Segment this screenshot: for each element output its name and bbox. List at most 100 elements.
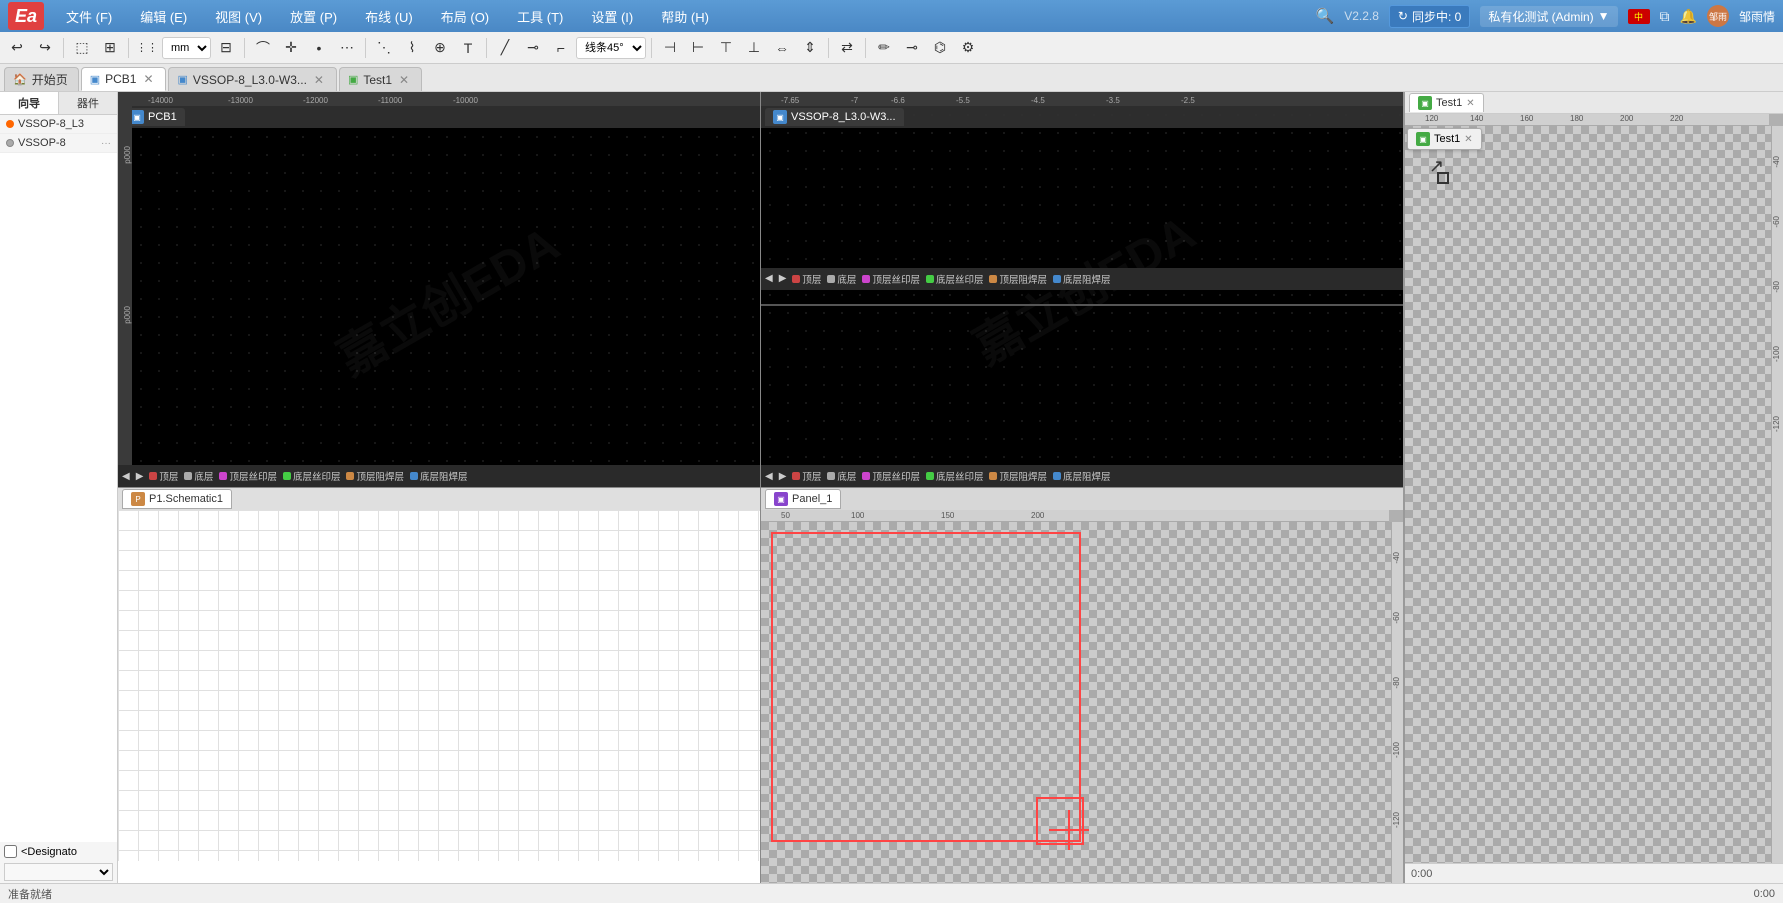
- pin-tool[interactable]: ⋯: [334, 35, 360, 61]
- pcb-canvas[interactable]: 嘉立创EDA: [132, 128, 760, 465]
- pin2-tool[interactable]: ⊸: [899, 35, 925, 61]
- corner-tool[interactable]: ⌐: [548, 35, 574, 61]
- layer-bot-silk[interactable]: 底层丝印层: [283, 469, 341, 483]
- vssop-top-mask[interactable]: 顶层阻焊层: [989, 272, 1047, 286]
- vssop-close-btn[interactable]: ✕: [312, 73, 326, 87]
- flip-h[interactable]: ⇄: [834, 35, 860, 61]
- test1-close-btn[interactable]: ✕: [397, 73, 411, 87]
- test1-top-tab[interactable]: ▣ Test1 ✕: [1409, 93, 1484, 112]
- menu-place[interactable]: 放置 (P): [284, 5, 343, 28]
- menu-help[interactable]: 帮助 (H): [655, 5, 715, 28]
- align-h[interactable]: ⇔: [769, 35, 795, 61]
- component-tool[interactable]: ⊞: [97, 35, 123, 61]
- menu-file[interactable]: 文件 (F): [60, 5, 118, 28]
- admin-info[interactable]: 私有化测试 (Admin) ▼: [1480, 6, 1617, 27]
- vssop-top[interactable]: 顶层: [792, 272, 821, 286]
- designator-check[interactable]: [4, 845, 17, 858]
- left-tab-wizard[interactable]: 向导: [0, 92, 59, 114]
- schematic-pane-tab[interactable]: P P1.Schematic1: [122, 489, 232, 509]
- layer-nav-right[interactable]: ▶: [136, 471, 144, 482]
- left-tab-component[interactable]: 器件: [59, 92, 117, 114]
- undo-button[interactable]: ↩: [4, 35, 30, 61]
- pane-vssop[interactable]: -7.65 -7 -6.6 -5.5 -4.5 -3.5 -2.5 嘉立创EDA: [761, 92, 1403, 487]
- align-top[interactable]: ⊤: [713, 35, 739, 61]
- test1-canvas[interactable]: ▣ Test1 ✕ ↖: [1405, 126, 1771, 863]
- select-tool[interactable]: ⬚: [69, 35, 95, 61]
- panel-pane-tab[interactable]: ▣ Panel_1: [765, 489, 841, 509]
- tab-pcb[interactable]: ▣ PCB1 ✕: [81, 67, 167, 91]
- test1-inner-close[interactable]: ✕: [1464, 134, 1472, 145]
- window-icon[interactable]: ⧉: [1660, 8, 1670, 25]
- pcb-close-btn[interactable]: ✕: [141, 72, 155, 86]
- vssop2-top-mask[interactable]: 顶层阻焊层: [989, 469, 1047, 483]
- vssop-nav-right[interactable]: ▶: [779, 273, 787, 284]
- layer-top[interactable]: 顶层: [149, 469, 178, 483]
- vssop-nav-right2[interactable]: ▶: [779, 471, 787, 482]
- wire-tool[interactable]: ⋱: [371, 35, 397, 61]
- line-tool[interactable]: ╱: [492, 35, 518, 61]
- vssop-nav-left2[interactable]: ◀: [765, 471, 773, 482]
- language-flag[interactable]: 中: [1628, 9, 1650, 24]
- dot-tool[interactable]: •: [306, 35, 332, 61]
- pencil-tool[interactable]: ✏: [871, 35, 897, 61]
- menu-route[interactable]: 布线 (U): [359, 5, 419, 28]
- search-icon[interactable]: 🔍: [1316, 7, 1335, 25]
- tab-test1[interactable]: ▣ Test1 ✕: [339, 67, 422, 91]
- net-tool[interactable]: ⌬: [927, 35, 953, 61]
- schematic-canvas[interactable]: [118, 510, 760, 861]
- measure-tool[interactable]: ⊸: [520, 35, 546, 61]
- vssop-bot[interactable]: 底层: [827, 272, 856, 286]
- unit-select[interactable]: mm: [162, 37, 211, 59]
- vssop-bot-mask[interactable]: 底层阻焊层: [1053, 272, 1111, 286]
- pane-pcb[interactable]: -14000 -13000 -12000 -11000 -10000 p000 …: [118, 92, 760, 487]
- pane-panel[interactable]: 50 100 150 200 -40 -60 -80 -100 -120: [761, 488, 1403, 883]
- left-item-vssop-l3[interactable]: VSSOP-8_L3: [0, 115, 117, 134]
- settings-btn[interactable]: ⚙: [955, 35, 981, 61]
- bus-tool[interactable]: ⌇: [399, 35, 425, 61]
- vssop2-top-silk[interactable]: 顶层丝印层: [862, 469, 920, 483]
- align-bottom[interactable]: ⊥: [741, 35, 767, 61]
- layer-bottom[interactable]: 底层: [184, 469, 213, 483]
- pane-schematic[interactable]: P P1.Schematic1: [118, 488, 760, 883]
- left-item-vssop-8[interactable]: VSSOP-8 ···: [0, 134, 117, 153]
- notification-icon[interactable]: 🔔: [1680, 8, 1697, 25]
- align-right[interactable]: ⊢: [685, 35, 711, 61]
- vssop-bot-silk[interactable]: 底层丝印层: [926, 272, 984, 286]
- avatar[interactable]: 邹雨: [1707, 5, 1729, 27]
- vssop-8-more[interactable]: ···: [101, 138, 111, 149]
- vssop2-bot-mask[interactable]: 底层阻焊层: [1053, 469, 1111, 483]
- menu-layout[interactable]: 布局 (O): [435, 5, 495, 28]
- redo-button[interactable]: ↪: [32, 35, 58, 61]
- menu-view[interactable]: 视图 (V): [209, 5, 268, 28]
- layer-bot-mask[interactable]: 底层阻焊层: [410, 469, 468, 483]
- junction-tool[interactable]: ⊕: [427, 35, 453, 61]
- layer-top-mask[interactable]: 顶层阻焊层: [346, 469, 404, 483]
- angle-select[interactable]: 线条45°: [576, 37, 646, 59]
- tab-vssop[interactable]: ▣ VSSOP-8_L3.0-W3... ✕: [168, 67, 336, 91]
- vssop-top-silk[interactable]: 顶层丝印层: [862, 272, 920, 286]
- sync-button[interactable]: ↻ 同步中: 0: [1389, 5, 1470, 28]
- vssop-pane-tab[interactable]: ▣ VSSOP-8_L3.0-W3...: [765, 108, 904, 126]
- menu-edit[interactable]: 编辑 (E): [134, 5, 193, 28]
- arc-tool[interactable]: ⌒: [250, 35, 276, 61]
- align-left[interactable]: ⊣: [657, 35, 683, 61]
- vssop2-bot[interactable]: 底层: [827, 469, 856, 483]
- text-tool[interactable]: T: [455, 35, 481, 61]
- pane-test1[interactable]: ▣ Test1 ✕ 120 140 160 180 200 220 -40 -6…: [1403, 92, 1783, 883]
- component-dropdown[interactable]: [4, 863, 113, 881]
- align-v[interactable]: ⇕: [797, 35, 823, 61]
- cursor-tool[interactable]: ✛: [278, 35, 304, 61]
- vssop-nav-left[interactable]: ◀: [765, 273, 773, 284]
- test1-inner-tab[interactable]: ▣ Test1 ✕: [1407, 128, 1482, 150]
- menu-settings[interactable]: 设置 (I): [585, 5, 639, 28]
- grid-settings[interactable]: ⊟: [213, 35, 239, 61]
- menu-tools[interactable]: 工具 (T): [511, 5, 569, 28]
- vssop2-top[interactable]: 顶层: [792, 469, 821, 483]
- vssop2-bot-silk[interactable]: 底层丝印层: [926, 469, 984, 483]
- layer-nav-left[interactable]: ◀: [122, 471, 130, 482]
- layer-top-silk[interactable]: 顶层丝印层: [219, 469, 277, 483]
- panel-canvas[interactable]: [761, 522, 1391, 883]
- grid-tool[interactable]: ⋮⋮: [134, 35, 160, 61]
- tab-home[interactable]: 🏠 开始页: [4, 67, 79, 91]
- test1-close-btn[interactable]: ✕: [1466, 98, 1474, 109]
